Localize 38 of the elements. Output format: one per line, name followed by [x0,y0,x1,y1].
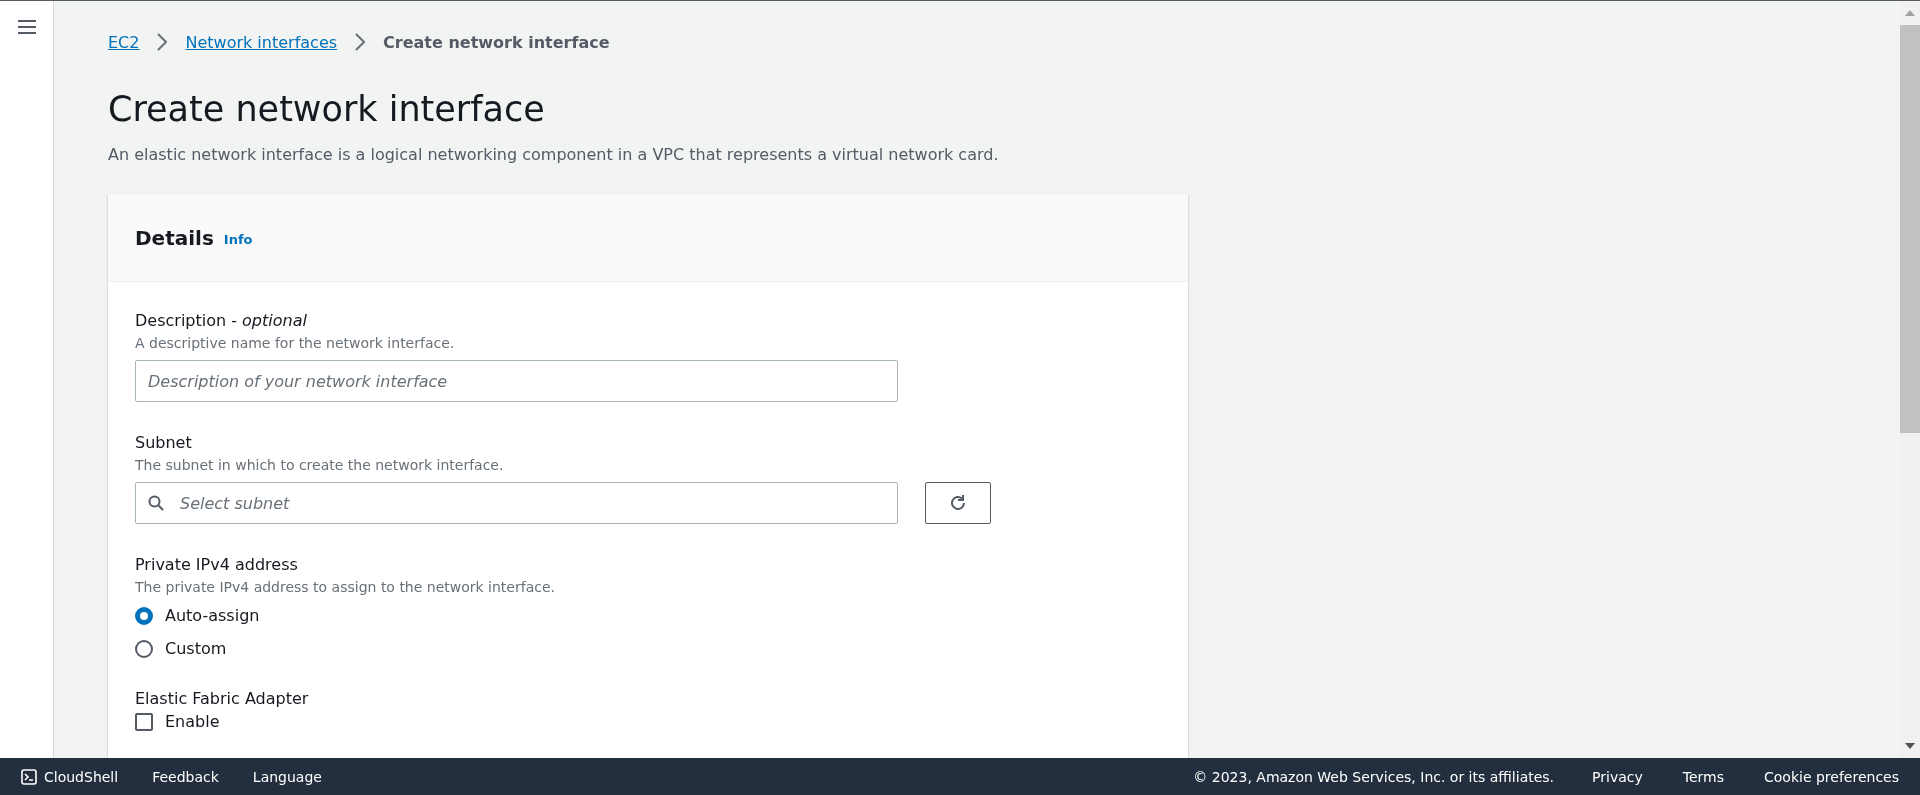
refresh-button[interactable] [925,482,991,524]
field-label: Elastic Fabric Adapter [135,688,310,710]
field-hint: The private IPv4 address to assign to the network interface. [135,578,556,597]
chevron-icon [355,33,366,51]
refresh-icon [948,493,968,513]
scroll-down-icon[interactable] [1904,742,1916,750]
info-link[interactable]: Info [223,228,253,247]
section-title: Details [135,225,214,250]
menu-icon[interactable] [17,20,36,34]
search-icon [148,495,164,511]
copyright-text: © 2023, Amazon Web Services, Inc. or its affiliates. [1193,768,1555,785]
subnet-select[interactable]: Select subnet [135,482,898,524]
footer-link[interactable]: Language [252,768,322,785]
description-input[interactable]: Description of your network interface [135,360,898,402]
checkbox[interactable] [135,712,153,731]
footer-link[interactable]: Cookie preferences [1764,768,1899,785]
field-hint: The subnet in which to create the network interface. [135,456,505,475]
chevron-icon [157,33,168,51]
breadcrumb-current: Create network interface [383,32,610,52]
footer-link[interactable]: Feedback [152,768,219,785]
checkbox-label: Enable [165,712,220,731]
field-hint: A descriptive name for the network interface. [135,334,456,353]
footer-link[interactable]: Terms [1682,768,1724,785]
cloudshell-button[interactable]: CloudShell [21,768,119,785]
field-label: Description - optional [135,310,308,332]
footer-link[interactable]: Privacy [1592,768,1643,785]
page-title: Create network interface [108,88,546,131]
radio-button[interactable] [135,606,153,625]
radio-button[interactable] [135,639,153,658]
radio-label: Auto-assign [165,606,260,625]
breadcrumb-link[interactable]: Network interfaces [185,32,338,52]
terminal-icon [21,768,37,785]
field-label: Private IPv4 address [135,554,299,576]
breadcrumb-link[interactable]: EC2 [108,32,140,52]
scrollbar[interactable] [1900,1,1920,758]
radio-label: Custom [165,639,227,658]
field-label: Subnet [135,432,193,454]
page-description: An elastic network interface is a logical networking component in a VPC that represents a virtual network card. [108,145,1000,164]
